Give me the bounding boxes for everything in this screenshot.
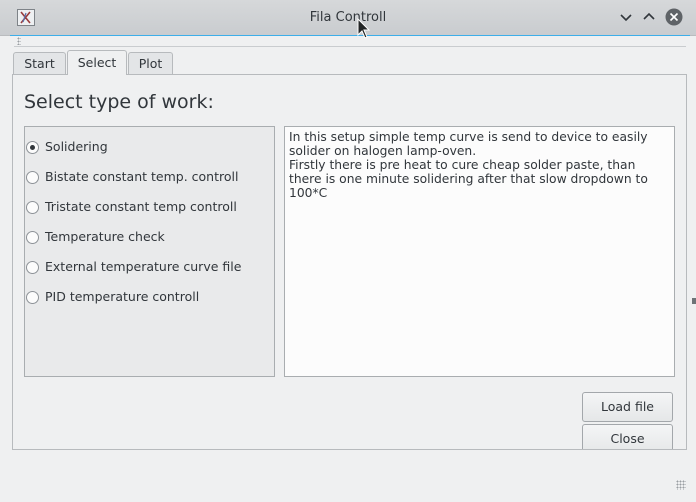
work-type-group	[24, 126, 275, 377]
title-bar[interactable]: Fila Controll	[0, 0, 696, 36]
description-line: In this setup simple temp curve is send …	[289, 130, 648, 158]
radio-label: External temperature curve file	[45, 259, 242, 274]
tab-plot[interactable]: Plot	[128, 52, 173, 74]
tab-select[interactable]: Select	[67, 50, 127, 75]
radio-bistate[interactable]: Bistate constant temp. controll	[26, 168, 266, 188]
mouse-cursor-icon	[357, 18, 371, 40]
background-window-edge	[692, 298, 696, 304]
toolbar-grip[interactable]	[17, 37, 21, 45]
description-textarea[interactable]: In this setup simple temp curve is send …	[284, 126, 675, 377]
radio-button-checked[interactable]	[26, 141, 39, 154]
radio-label: Solidering	[45, 139, 108, 154]
radio-button[interactable]	[26, 261, 39, 274]
minimize-icon[interactable]	[617, 8, 635, 26]
radio-pid[interactable]: PID temperature controll	[26, 288, 266, 308]
resize-grip[interactable]	[676, 480, 686, 490]
description-line: Firstly there is pre heat to cure cheap …	[289, 158, 648, 200]
app-window: Fila Controll Start Select Plot Select t…	[0, 0, 696, 502]
status-bar	[10, 452, 689, 492]
radio-button[interactable]	[26, 291, 39, 304]
close-button[interactable]: Close	[582, 424, 673, 449]
close-icon[interactable]	[665, 8, 683, 26]
radio-temperature-check[interactable]: Temperature check	[26, 228, 266, 248]
radio-button[interactable]	[26, 231, 39, 244]
page-heading: Select type of work:	[24, 91, 214, 113]
radio-label: PID temperature controll	[45, 289, 200, 304]
radio-label: Bistate constant temp. controll	[45, 169, 239, 184]
radio-label: Tristate constant temp controll	[45, 199, 237, 214]
radio-button[interactable]	[26, 171, 39, 184]
radio-tristate[interactable]: Tristate constant temp controll	[26, 198, 266, 218]
toolbar-separator	[14, 46, 686, 47]
button-clip-area: Close	[12, 422, 687, 449]
load-file-button[interactable]: Load file	[582, 392, 673, 422]
focus-accent-line	[10, 35, 690, 36]
radio-external-curve-file[interactable]: External temperature curve file	[26, 258, 266, 278]
radio-solidering[interactable]: Solidering	[26, 138, 266, 158]
tab-start[interactable]: Start	[13, 52, 66, 74]
maximize-icon[interactable]	[640, 8, 658, 26]
window-title: Fila Controll	[309, 10, 387, 25]
radio-label: Temperature check	[45, 229, 165, 244]
radio-button[interactable]	[26, 201, 39, 214]
